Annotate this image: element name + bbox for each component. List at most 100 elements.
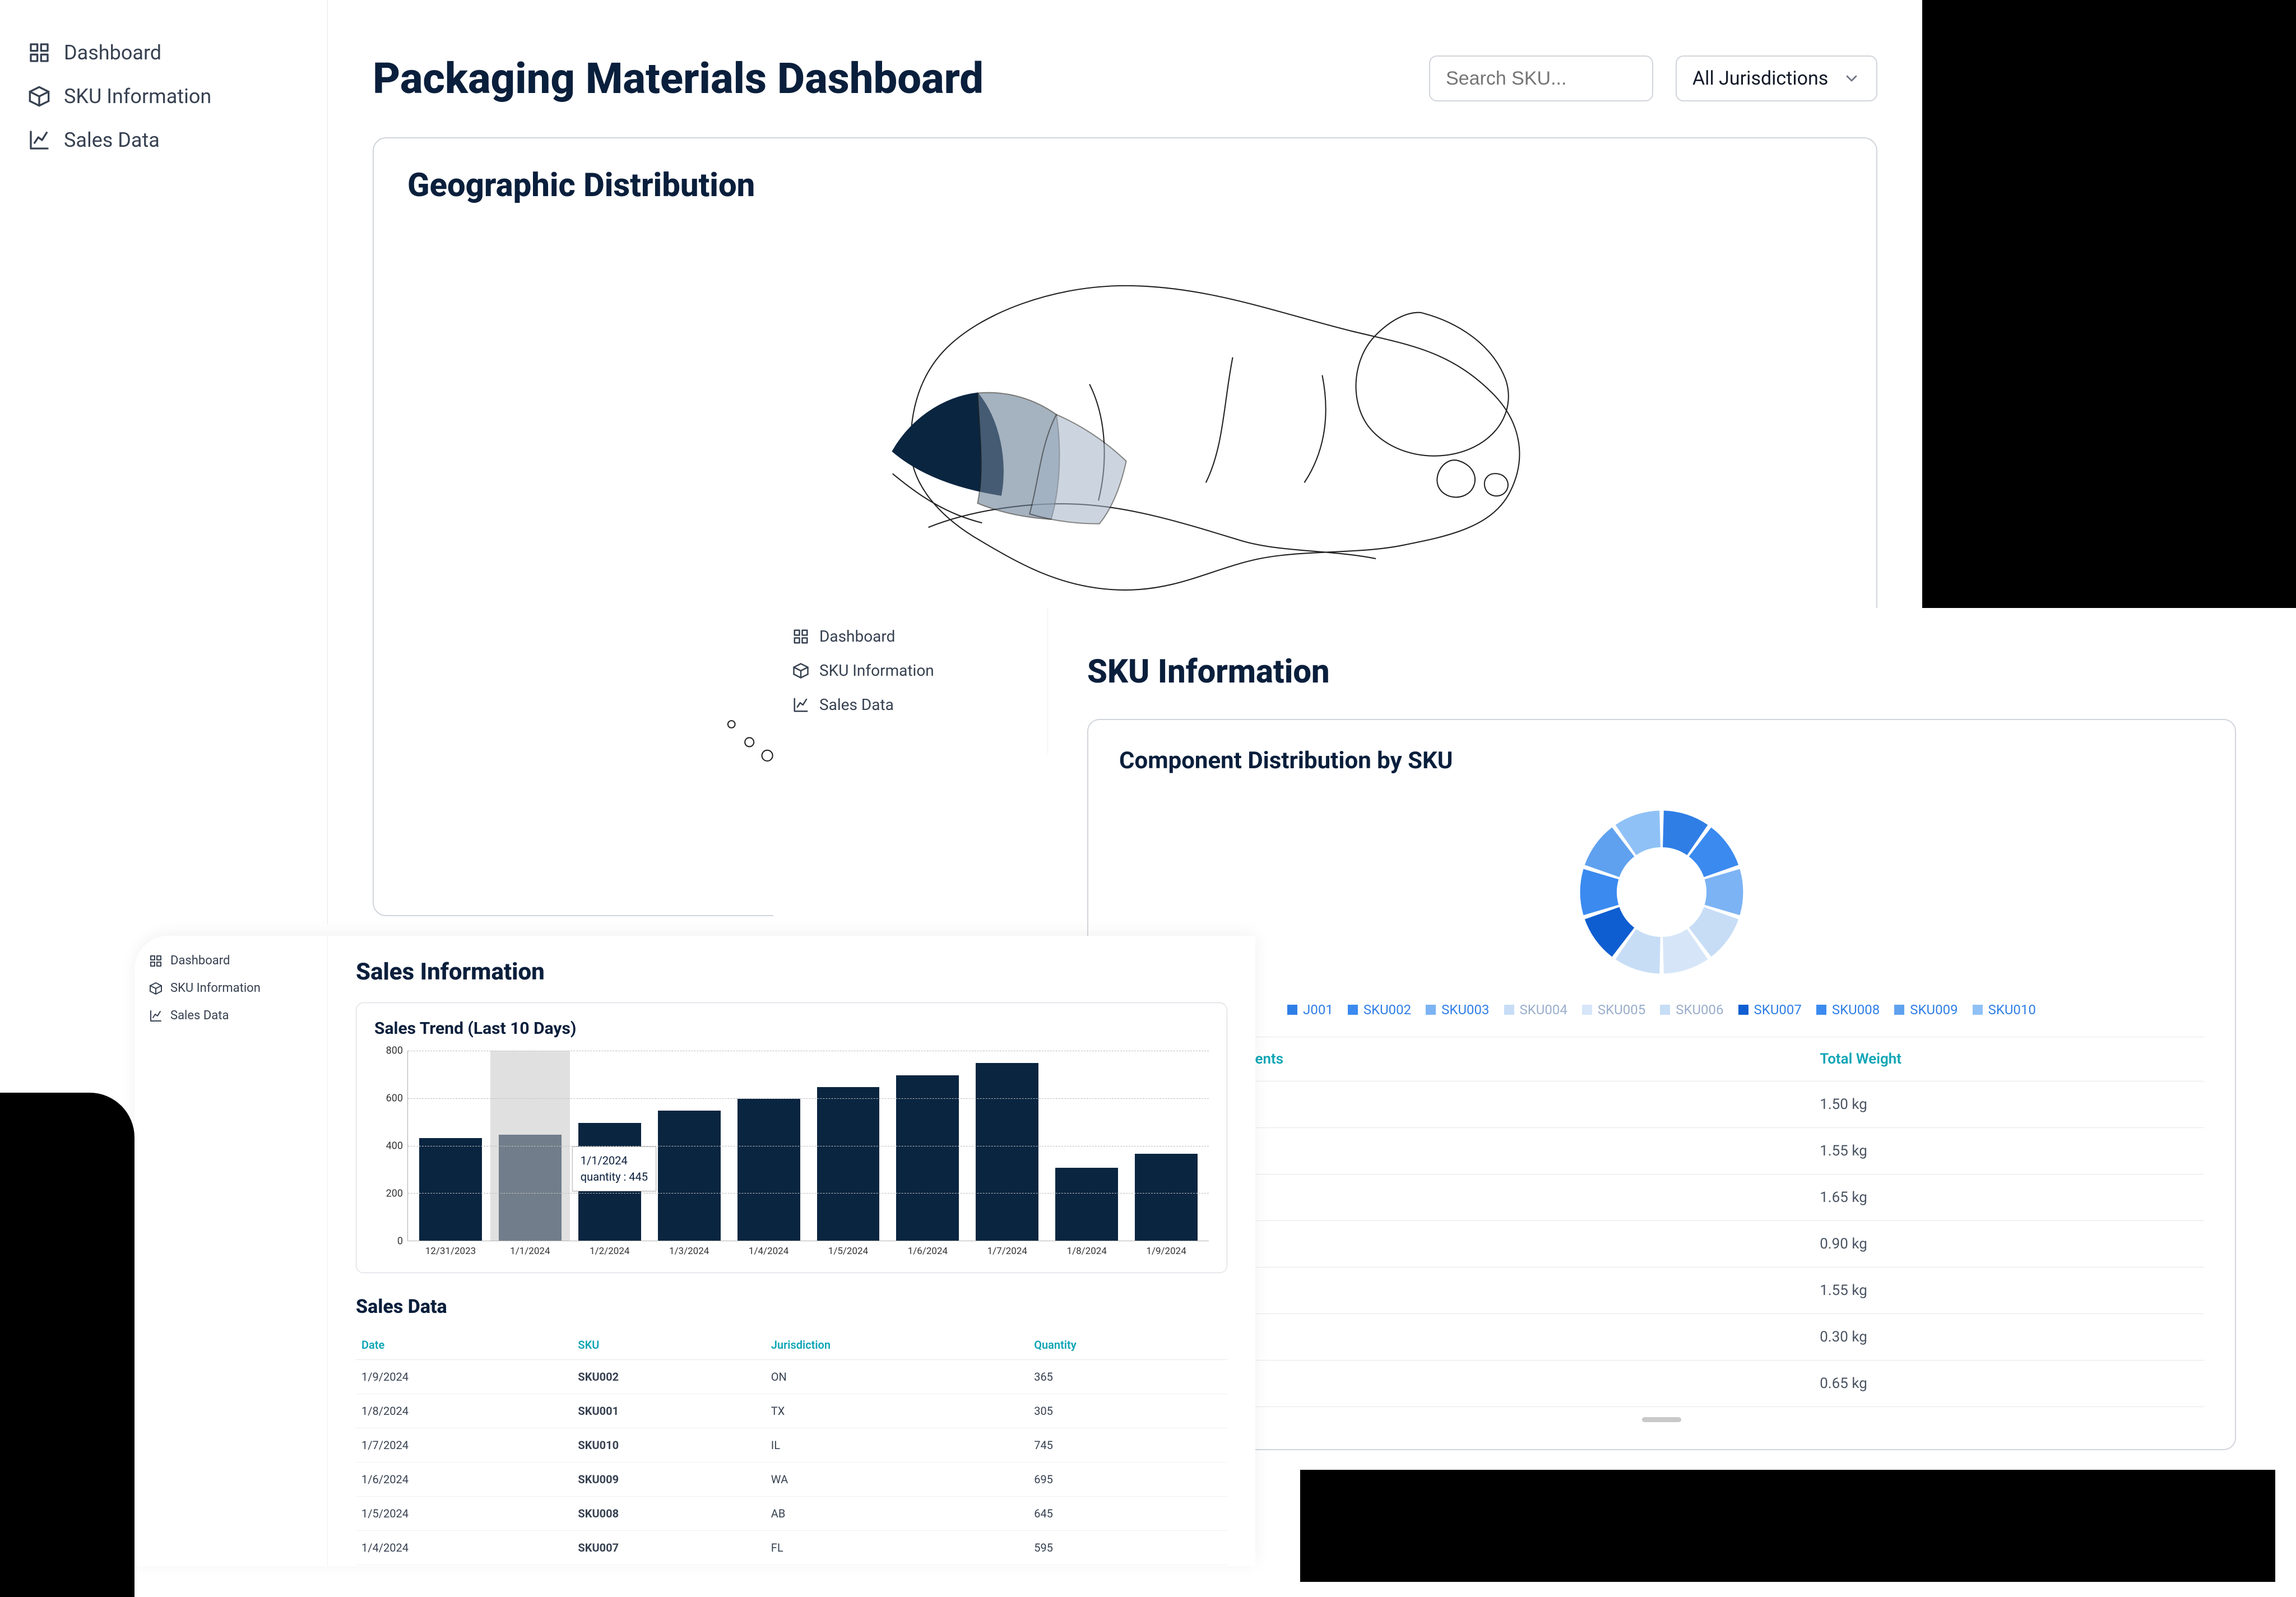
xtick: 1/2/2024 <box>578 1246 641 1257</box>
xtick: 1/7/2024 <box>976 1246 1038 1257</box>
sidebar-item-label: Sales Data <box>819 695 894 714</box>
bar[interactable] <box>976 1063 1038 1241</box>
table-row[interactable]: 3 components1.55 kg <box>1119 1128 2204 1174</box>
legend-item[interactable]: SKU006 <box>1660 1002 1723 1018</box>
sidebar-item-sales-data[interactable]: Sales Data <box>789 688 1032 722</box>
legend-item[interactable]: SKU005 <box>1582 1002 1645 1018</box>
sales-chart[interactable]: 0200400600800 1/1/2024quantity : 445 <box>374 1051 1209 1241</box>
donut-slice[interactable] <box>1705 869 1743 916</box>
ytick: 400 <box>386 1140 403 1152</box>
xtick: 1/1/2024 <box>499 1246 562 1257</box>
bar[interactable] <box>419 1138 482 1241</box>
layout-icon <box>792 628 809 645</box>
legend: J001 SKU002 SKU003 SKU004 SKU005 SKU006 SKU007… <box>1119 1002 2204 1018</box>
xtick: 1/5/2024 <box>817 1246 880 1257</box>
xtick: 1/6/2024 <box>896 1246 959 1257</box>
table-row[interactable]: 3 components1.65 kg <box>1119 1174 2204 1221</box>
chart-icon <box>28 129 50 151</box>
sidebar-item-label: Dashboard <box>819 627 895 646</box>
table-row[interactable]: 1/8/2024 SKU001 TX 305 <box>356 1394 1227 1428</box>
table-row[interactable]: 3 components0.90 kg <box>1119 1221 2204 1268</box>
sidebar: Dashboard SKU Information Sales Data <box>0 0 328 925</box>
bar[interactable] <box>737 1099 800 1241</box>
table-row[interactable]: 1/9/2024 SKU002 ON 365 <box>356 1360 1227 1394</box>
card-title: Sales Trend (Last 10 Days) <box>374 1019 1209 1038</box>
ytick: 800 <box>386 1045 403 1057</box>
page-title: SKU Information <box>1087 653 2236 691</box>
sidebar-item-sku-information[interactable]: SKU Information <box>22 75 305 118</box>
bar[interactable] <box>817 1087 880 1241</box>
sku-table: Number of Components Total Weight 3 comp… <box>1119 1037 2204 1407</box>
search-input[interactable] <box>1429 55 1653 101</box>
table-row[interactable]: 3 components1.50 kg <box>1119 1081 2204 1128</box>
card-title: Component Distribution by SKU <box>1119 747 2204 774</box>
legend-item[interactable]: SKU002 <box>1348 1002 1411 1018</box>
sidebar-item-sales-data[interactable]: Sales Data <box>147 1002 315 1029</box>
legend-swatch <box>1582 1005 1592 1015</box>
legend-item[interactable]: SKU008 <box>1816 1002 1880 1018</box>
sidebar-item-label: Dashboard <box>64 41 161 64</box>
sidebar-item-sku-information[interactable]: SKU Information <box>147 974 315 1002</box>
legend-swatch <box>1660 1005 1670 1015</box>
col-weight[interactable]: Total Weight <box>1812 1037 2204 1081</box>
cube-icon <box>149 982 163 995</box>
ytick: 200 <box>386 1188 403 1200</box>
sidebar-item-dashboard[interactable]: Dashboard <box>22 31 305 75</box>
scroll-indicator[interactable] <box>1642 1417 1681 1422</box>
legend-item[interactable]: SKU010 <box>1973 1002 2036 1018</box>
col-quantity[interactable]: Quantity <box>1028 1330 1227 1360</box>
select-value: All Jurisdictions <box>1692 67 1828 90</box>
bar[interactable] <box>896 1075 959 1241</box>
legend-item[interactable]: SKU003 <box>1426 1002 1489 1018</box>
legend-swatch <box>1287 1005 1297 1015</box>
legend-swatch <box>1426 1005 1436 1015</box>
table-row[interactable]: 2 components0.30 kg <box>1119 1314 2204 1361</box>
black-region <box>0 1093 134 1597</box>
ytick: 600 <box>386 1093 403 1104</box>
table-row[interactable]: 1/6/2024 SKU009 WA 695 <box>356 1463 1227 1497</box>
donut-slice[interactable] <box>1580 869 1619 916</box>
col-jurisdiction[interactable]: Jurisdiction <box>766 1330 1028 1360</box>
table-title: Sales Data <box>356 1296 1227 1318</box>
sidebar-item-dashboard[interactable]: Dashboard <box>147 947 315 974</box>
bar[interactable] <box>1055 1168 1118 1241</box>
sidebar-item-label: Sales Data <box>170 1009 229 1023</box>
bar[interactable] <box>658 1111 721 1241</box>
cube-icon <box>792 662 809 679</box>
header: Packaging Materials Dashboard All Jurisd… <box>373 53 1877 104</box>
table-row[interactable]: 1/5/2024 SKU008 AB 645 <box>356 1497 1227 1531</box>
table-row[interactable]: 3 components0.65 kg <box>1119 1361 2204 1407</box>
legend-swatch <box>1348 1005 1358 1015</box>
sidebar: Dashboard SKU Information Sales Data <box>773 608 1048 754</box>
jurisdiction-select[interactable]: All Jurisdictions <box>1676 55 1877 101</box>
xtick: 1/4/2024 <box>737 1246 800 1257</box>
layout-icon <box>149 954 163 968</box>
page-title: Packaging Materials Dashboard <box>373 53 984 104</box>
bar[interactable] <box>1135 1154 1198 1241</box>
donut-chart[interactable] <box>1572 802 1751 982</box>
legend-swatch <box>1894 1005 1904 1015</box>
xtick: 1/9/2024 <box>1135 1246 1198 1257</box>
table-row[interactable]: 1/7/2024 SKU010 IL 745 <box>356 1428 1227 1463</box>
xtick: 12/31/2023 <box>419 1246 482 1257</box>
col-sku[interactable]: SKU <box>572 1330 765 1360</box>
legend-swatch <box>1738 1005 1748 1015</box>
cube-icon <box>28 85 50 108</box>
legend-swatch <box>1816 1005 1826 1015</box>
page-title: Sales Information <box>356 958 1227 986</box>
sidebar-item-sku-information[interactable]: SKU Information <box>789 653 1032 688</box>
black-region <box>1922 0 2296 608</box>
sidebar-item-dashboard[interactable]: Dashboard <box>789 619 1032 653</box>
table-row[interactable]: 1/4/2024 SKU007 FL 595 <box>356 1531 1227 1565</box>
table-row[interactable]: 3 components1.55 kg <box>1119 1268 2204 1314</box>
legend-item[interactable]: SKU009 <box>1894 1002 1958 1018</box>
chart-icon <box>149 1009 163 1023</box>
legend-item[interactable]: SKU007 <box>1738 1002 1802 1018</box>
sidebar-item-sales-data[interactable]: Sales Data <box>22 118 305 162</box>
sales-chart-card: Sales Trend (Last 10 Days) 0200400600800… <box>356 1002 1227 1273</box>
legend-item[interactable]: SKU004 <box>1504 1002 1567 1018</box>
xtick: 1/3/2024 <box>658 1246 721 1257</box>
card-title: Geographic Distribution <box>407 166 1843 205</box>
col-date[interactable]: Date <box>356 1330 572 1360</box>
legend-item[interactable]: J001 <box>1287 1002 1333 1018</box>
